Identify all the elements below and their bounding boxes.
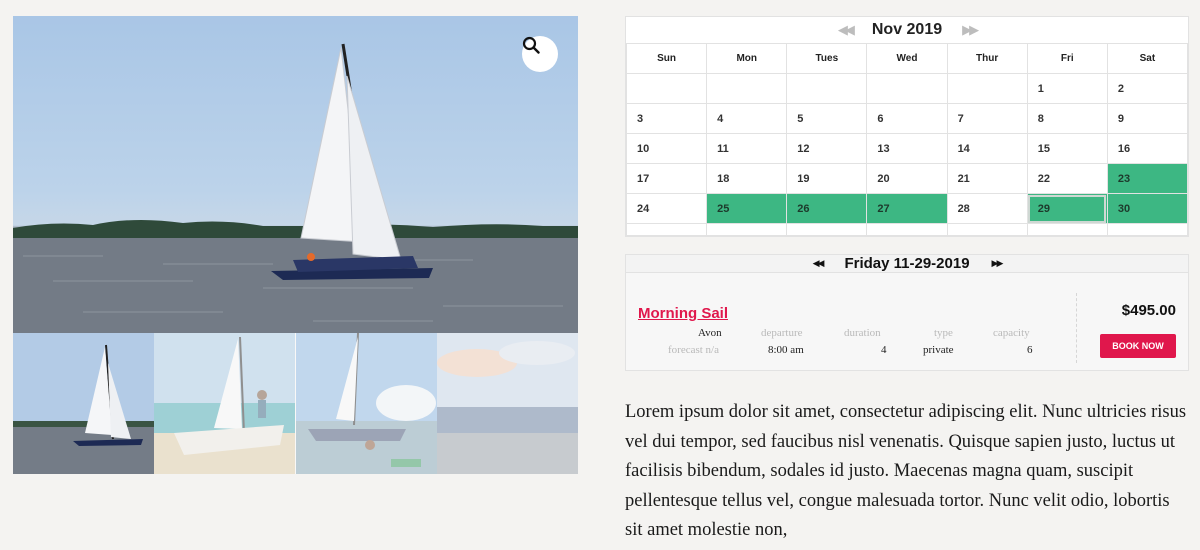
trip-listing: Morning Sail Avon forecast n/a departure…	[638, 305, 1058, 356]
calendar-empty-cell	[1026, 223, 1108, 236]
calendar-day-14: 14	[946, 133, 1028, 164]
prev-day-icon[interactable]: ◀◀	[813, 258, 825, 269]
capacity-value: 6	[1027, 344, 1033, 356]
magnifier-icon	[522, 36, 540, 54]
weekday-tue: Tues	[786, 43, 868, 74]
calendar-empty-cell	[706, 73, 788, 104]
trip-price: $495.00	[1121, 302, 1176, 319]
calendar-week-row: 3456789	[625, 103, 1189, 134]
photo-gallery	[13, 16, 578, 474]
weekday-sat: Sat	[1106, 43, 1189, 74]
calendar-day-18: 18	[706, 163, 788, 194]
calendar-week-row: 10 11 12 13 14 15 16	[625, 133, 1189, 164]
calendar-day-25[interactable]: 25	[706, 193, 788, 224]
double-left-arrow-icon[interactable]: ◀◀	[838, 22, 855, 38]
departure-value: 8:00 am	[768, 344, 804, 356]
calendar-day-24: 24	[625, 193, 708, 224]
calendar-day-4: 4	[706, 103, 788, 134]
calendar-day-21: 21	[946, 163, 1028, 194]
calendar-day-15: 15	[1026, 133, 1108, 164]
calendar-empty-cell	[625, 73, 708, 104]
thumb-beach-boat[interactable]	[154, 333, 296, 474]
calendar-day-8: 8	[1026, 103, 1108, 134]
zoom-button[interactable]	[522, 36, 558, 72]
calendar-day-12: 12	[786, 133, 868, 164]
weekday-wed: Wed	[866, 43, 948, 74]
main-photo[interactable]	[13, 16, 578, 333]
calendar-header: ◀◀ Nov 2019 ▶▶	[626, 17, 1188, 43]
duration-value: 4	[881, 344, 887, 356]
calendar-day-22: 22	[1026, 163, 1108, 194]
calendar-day-3: 3	[625, 103, 708, 134]
calendar-day-10: 10	[625, 133, 708, 164]
calendar-empty-cell	[625, 223, 708, 236]
weekday-sun: Sun	[625, 43, 708, 74]
calendar-day-7: 7	[946, 103, 1028, 134]
calendar-week-row: 24 25 26 27 28 29 30	[625, 193, 1189, 224]
weekday-mon: Mon	[706, 43, 788, 74]
departure-label: departure	[761, 327, 803, 339]
next-day-icon[interactable]: ▶▶	[992, 258, 1004, 269]
calendar-grid: Sun Mon Tues Wed Thur Fri Sat 1234567891…	[625, 43, 1189, 236]
calendar-day-27[interactable]: 27	[866, 193, 948, 224]
calendar-day-26[interactable]: 26	[786, 193, 868, 224]
calendar-day-1: 1	[1026, 73, 1108, 104]
thumb-sailboat[interactable]	[13, 333, 154, 474]
book-now-button[interactable]: BOOK NOW	[1100, 334, 1176, 358]
calendar-day-11: 11	[706, 133, 788, 164]
type-value: private	[923, 344, 954, 356]
calendar-day-29[interactable]: 29	[1026, 193, 1108, 224]
trip-forecast: forecast n/a	[668, 344, 719, 356]
calendar-day-19: 19	[786, 163, 868, 194]
calendar-day-23[interactable]: 23	[1106, 163, 1189, 194]
calendar-empty-cell	[706, 223, 788, 236]
calendar-spacer-row	[625, 223, 1189, 236]
day-trips-panel: ◀◀ Friday 11-29-2019 ▶▶ Morning Sail Avo…	[625, 254, 1189, 371]
trip-name-link[interactable]: Morning Sail	[638, 305, 728, 322]
calendar-day-2: 2	[1106, 73, 1189, 104]
thumb-launch[interactable]	[295, 333, 437, 474]
calendar-empty-cell	[786, 223, 868, 236]
availability-calendar: ◀◀ Nov 2019 ▶▶ Sun Mon Tues Wed Thur Fri…	[625, 16, 1189, 237]
calendar-day-5: 5	[786, 103, 868, 134]
calendar-day-17: 17	[625, 163, 708, 194]
calendar-empty-cell	[866, 223, 948, 236]
trip-description: Lorem ipsum dolor sit amet, consectetur …	[625, 402, 1187, 540]
calendar-day-9: 9	[1106, 103, 1189, 134]
type-label: type	[934, 327, 953, 339]
calendar-day-16: 16	[1106, 133, 1189, 164]
calendar-day-30[interactable]: 30	[1106, 193, 1189, 224]
calendar-month-title: Nov 2019	[871, 21, 943, 38]
weekday-thu: Thur	[946, 43, 1028, 74]
calendar-empty-cell	[946, 73, 1028, 104]
thumbnail-strip	[13, 333, 578, 474]
sailboat-photo	[13, 43, 578, 333]
calendar-empty-cell	[866, 73, 948, 104]
calendar-week-row: 12	[625, 73, 1189, 104]
calendar-day-20: 20	[866, 163, 948, 194]
duration-label: duration	[844, 327, 881, 339]
day-header: ◀◀ Friday 11-29-2019 ▶▶	[626, 255, 1188, 273]
capacity-label: capacity	[993, 327, 1030, 339]
double-right-arrow-icon[interactable]: ▶▶	[962, 22, 979, 38]
calendar-empty-cell	[946, 223, 1028, 236]
calendar-empty-cell	[786, 73, 868, 104]
trip-location: Avon	[698, 327, 722, 339]
weekday-fri: Fri	[1026, 43, 1108, 74]
calendar-week-row: 17 18 19 20 21 22 23	[625, 163, 1189, 194]
calendar-day-28: 28	[946, 193, 1028, 224]
calendar-day-13: 13	[866, 133, 948, 164]
thumb-sunset-beach[interactable]	[436, 333, 578, 474]
trip-divider	[1076, 293, 1077, 363]
selected-day-title: Friday 11-29-2019	[844, 255, 970, 272]
calendar-day-6: 6	[866, 103, 948, 134]
weekday-row: Sun Mon Tues Wed Thur Fri Sat	[625, 43, 1189, 74]
calendar-empty-cell	[1106, 223, 1189, 236]
